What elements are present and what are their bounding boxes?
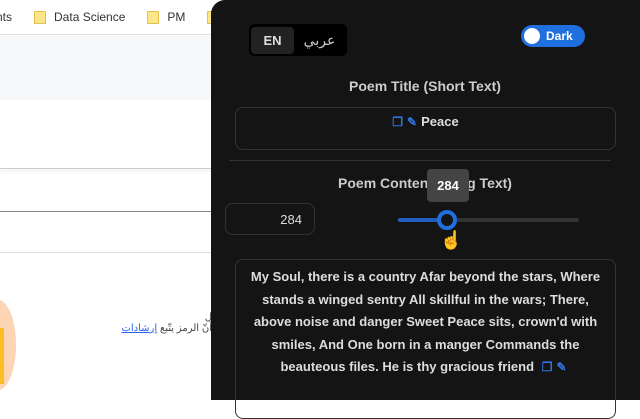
arabic-line: ل [204, 312, 212, 323]
content-field[interactable]: My Soul, there is a country Afar beyond … [235, 259, 616, 419]
toggle-knob [524, 28, 540, 44]
bookmark-data-science[interactable]: Data Science [34, 10, 125, 24]
edit-icon[interactable]: ✎ [407, 115, 417, 129]
illustration [0, 328, 4, 384]
bookmark-partial[interactable]: nts [0, 10, 12, 24]
edit-icon[interactable]: ✎ [556, 356, 566, 379]
arabic-line: أنّ الرمز يتّبع [159, 323, 212, 334]
theme-toggle[interactable]: Dark [521, 25, 585, 47]
divider [0, 168, 212, 169]
folder-icon [34, 10, 47, 24]
title-field[interactable]: ❐ ✎ Peace [235, 107, 616, 150]
arabic-text: ل أنّ الرمز يتّبع إرشادات [120, 312, 212, 334]
length-input[interactable]: 284 [225, 203, 315, 235]
page-header-area [0, 36, 212, 100]
content-heading: Poem Content (Long Text) [338, 175, 512, 191]
length-slider[interactable] [398, 210, 579, 230]
title-heading: Poem Title (Short Text) [349, 78, 501, 94]
bookmark-pm[interactable]: PM [147, 10, 185, 24]
divider [0, 211, 212, 212]
lang-ar-button[interactable]: عربي [294, 32, 345, 49]
poem-panel: EN عربي Dark Poem Title (Short Text) ❐ ✎ P… [211, 0, 640, 419]
language-switch: EN عربي [249, 24, 347, 56]
hand-cursor-icon: ☝ [440, 230, 463, 250]
slider-thumb[interactable] [436, 210, 457, 230]
title-value: Peace [421, 114, 459, 129]
divider [229, 160, 611, 161]
bookmark-label: Data Science [54, 10, 126, 24]
bookmark-label: PM [167, 10, 186, 24]
lang-en-button[interactable]: EN [251, 26, 294, 54]
slider-tooltip: 284 [427, 169, 469, 202]
divider [0, 252, 212, 253]
toggle-label: Dark [546, 29, 573, 43]
bookmark-label: nts [0, 10, 13, 24]
copy-icon[interactable]: ❐ [542, 356, 553, 379]
copy-icon[interactable]: ❐ [392, 115, 403, 129]
guidelines-link[interactable]: إرشادات [121, 323, 157, 334]
folder-icon [147, 10, 160, 24]
